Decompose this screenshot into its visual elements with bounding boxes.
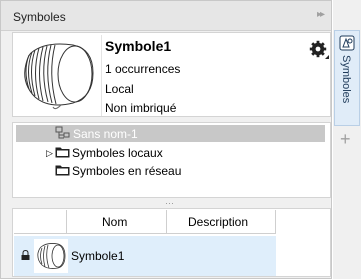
column-header-nom[interactable]: Nom xyxy=(67,210,167,234)
tree-item-symboles-locaux[interactable]: Symboles locaux xyxy=(55,144,255,161)
gear-icon[interactable] xyxy=(308,39,330,61)
collapse-docker-button[interactable]: ▸▸ xyxy=(317,9,325,20)
symbol-thumbnail-icon xyxy=(34,239,68,273)
column-header-icon[interactable] xyxy=(14,210,67,234)
symbol-row-name: Symbole1 xyxy=(71,249,125,263)
symbol-list: Nom Description Symbole1 xyxy=(12,208,331,277)
tree-item-label: Symboles en réseau xyxy=(72,164,182,178)
symbol-library-tree: Sans nom-1 ▷ Symboles locaux Symboles en… xyxy=(12,122,331,198)
document-tree-icon xyxy=(55,126,70,139)
tree-item-sans-nom[interactable]: Sans nom-1 xyxy=(16,125,325,142)
column-header-label: Nom xyxy=(102,215,128,229)
docker-tab-rail: Symboles + xyxy=(333,0,361,279)
plus-icon[interactable]: + xyxy=(340,129,351,150)
nesting-status: Non imbriqué xyxy=(105,101,177,115)
column-header-description[interactable]: Description xyxy=(167,210,276,234)
symbols-icon xyxy=(339,35,355,51)
lock-icon xyxy=(21,250,30,260)
tree-item-label: Symboles locaux xyxy=(72,146,163,160)
tree-item-symboles-reseau[interactable]: Symboles en réseau xyxy=(55,162,255,179)
symbol-properties-panel: Symbole1 1 occurrences Local Non imbriqu… xyxy=(12,32,331,117)
tree-item-label: Sans nom-1 xyxy=(73,127,138,141)
column-header-label: Description xyxy=(188,215,249,229)
docker-titlebar: Symboles ▸▸ xyxy=(1,1,331,31)
cylinder-preview-icon xyxy=(24,43,94,110)
symbol-name: Symbole1 xyxy=(105,38,172,54)
table-row[interactable]: Symbole1 xyxy=(14,236,276,276)
symbol-thumbnail xyxy=(15,35,102,116)
folder-icon xyxy=(55,147,70,158)
symbols-docker: Symboles ▸▸ Symbole1 1 occurrences Local… xyxy=(0,0,332,279)
occurrence-count: 1 occurrences xyxy=(105,62,181,76)
expand-arrow-icon[interactable]: ▷ xyxy=(46,148,53,159)
rail-tab-label: Symboles xyxy=(340,55,352,104)
tab-symboles[interactable]: Symboles xyxy=(334,30,360,126)
symbol-scope: Local xyxy=(105,82,134,96)
folder-icon xyxy=(55,165,70,176)
docker-title: Symboles xyxy=(13,10,66,24)
